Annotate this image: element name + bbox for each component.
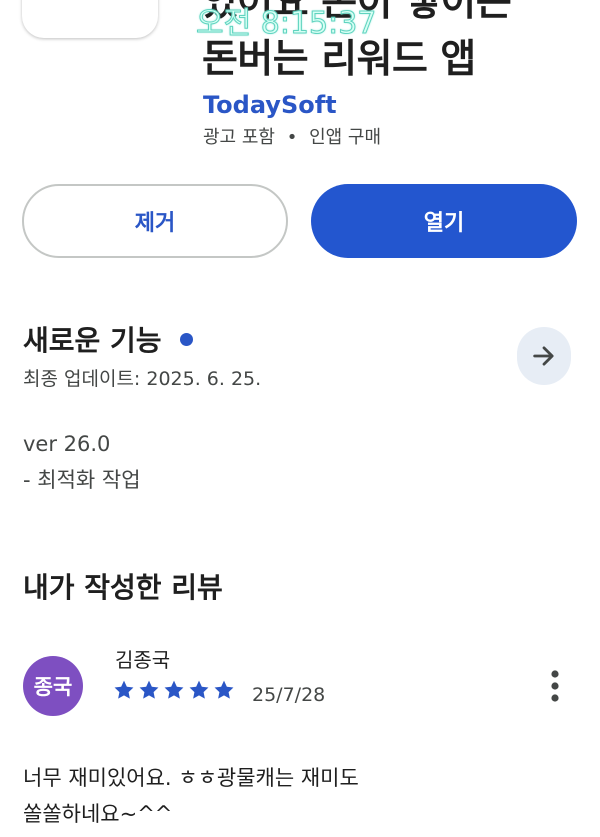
avatar: 종국 xyxy=(23,656,83,716)
whats-new-heading: 새로운 기능 xyxy=(23,321,193,361)
open-button-label: 열기 xyxy=(423,211,465,236)
review-more-button[interactable] xyxy=(538,666,572,706)
whats-new-arrow-button[interactable] xyxy=(517,327,571,385)
timestamp-overlay: 오전 8:15:37 xyxy=(195,6,377,42)
whats-new-title: 새로운 기능 xyxy=(23,324,162,357)
release-notes-text: - 최적화 작업 xyxy=(23,468,141,492)
star-icon xyxy=(139,680,159,699)
star-icon xyxy=(189,680,209,699)
app-icon[interactable] xyxy=(22,0,158,38)
star-icon xyxy=(164,680,184,699)
star-icon xyxy=(114,680,134,699)
remove-button-label: 제거 xyxy=(134,211,176,236)
reviewer-name: 김종국 xyxy=(115,648,171,672)
new-indicator-dot xyxy=(179,332,193,346)
last-updated: 최종 업데이트: 2025. 6. 25. xyxy=(23,368,262,390)
app-meta: 광고 포함 • 인앱 구매 xyxy=(203,125,381,151)
review-date: 25/7/28 xyxy=(252,684,326,706)
arrow-right-icon xyxy=(533,346,554,366)
release-version: ver 26.0 xyxy=(23,432,111,456)
avatar-initials: 종국 xyxy=(33,675,73,699)
my-review-heading: 내가 작성한 리뷰 xyxy=(23,571,223,604)
release-notes: ver 26.0 - 최적화 작업 xyxy=(23,426,141,498)
open-button[interactable]: 열기 xyxy=(311,184,577,258)
star-rating xyxy=(113,679,235,701)
meta-separator: • xyxy=(286,127,298,148)
remove-button[interactable]: 제거 xyxy=(22,184,288,258)
iap-label: 인앱 구매 xyxy=(309,127,382,148)
more-vert-icon xyxy=(551,670,559,702)
ads-label: 광고 포함 xyxy=(203,127,275,148)
app-details-page: 있어요 돈이 쌓이는 돈버는 리워드 앱 오전 8:15:37 TodaySof… xyxy=(0,0,600,837)
developer-link[interactable]: TodaySoft xyxy=(203,88,337,122)
star-icon xyxy=(214,680,234,699)
review-text: 너무 재미있어요. ㅎㅎ광물캐는 재미도 쏠쏠하네요~^^ xyxy=(23,766,359,826)
